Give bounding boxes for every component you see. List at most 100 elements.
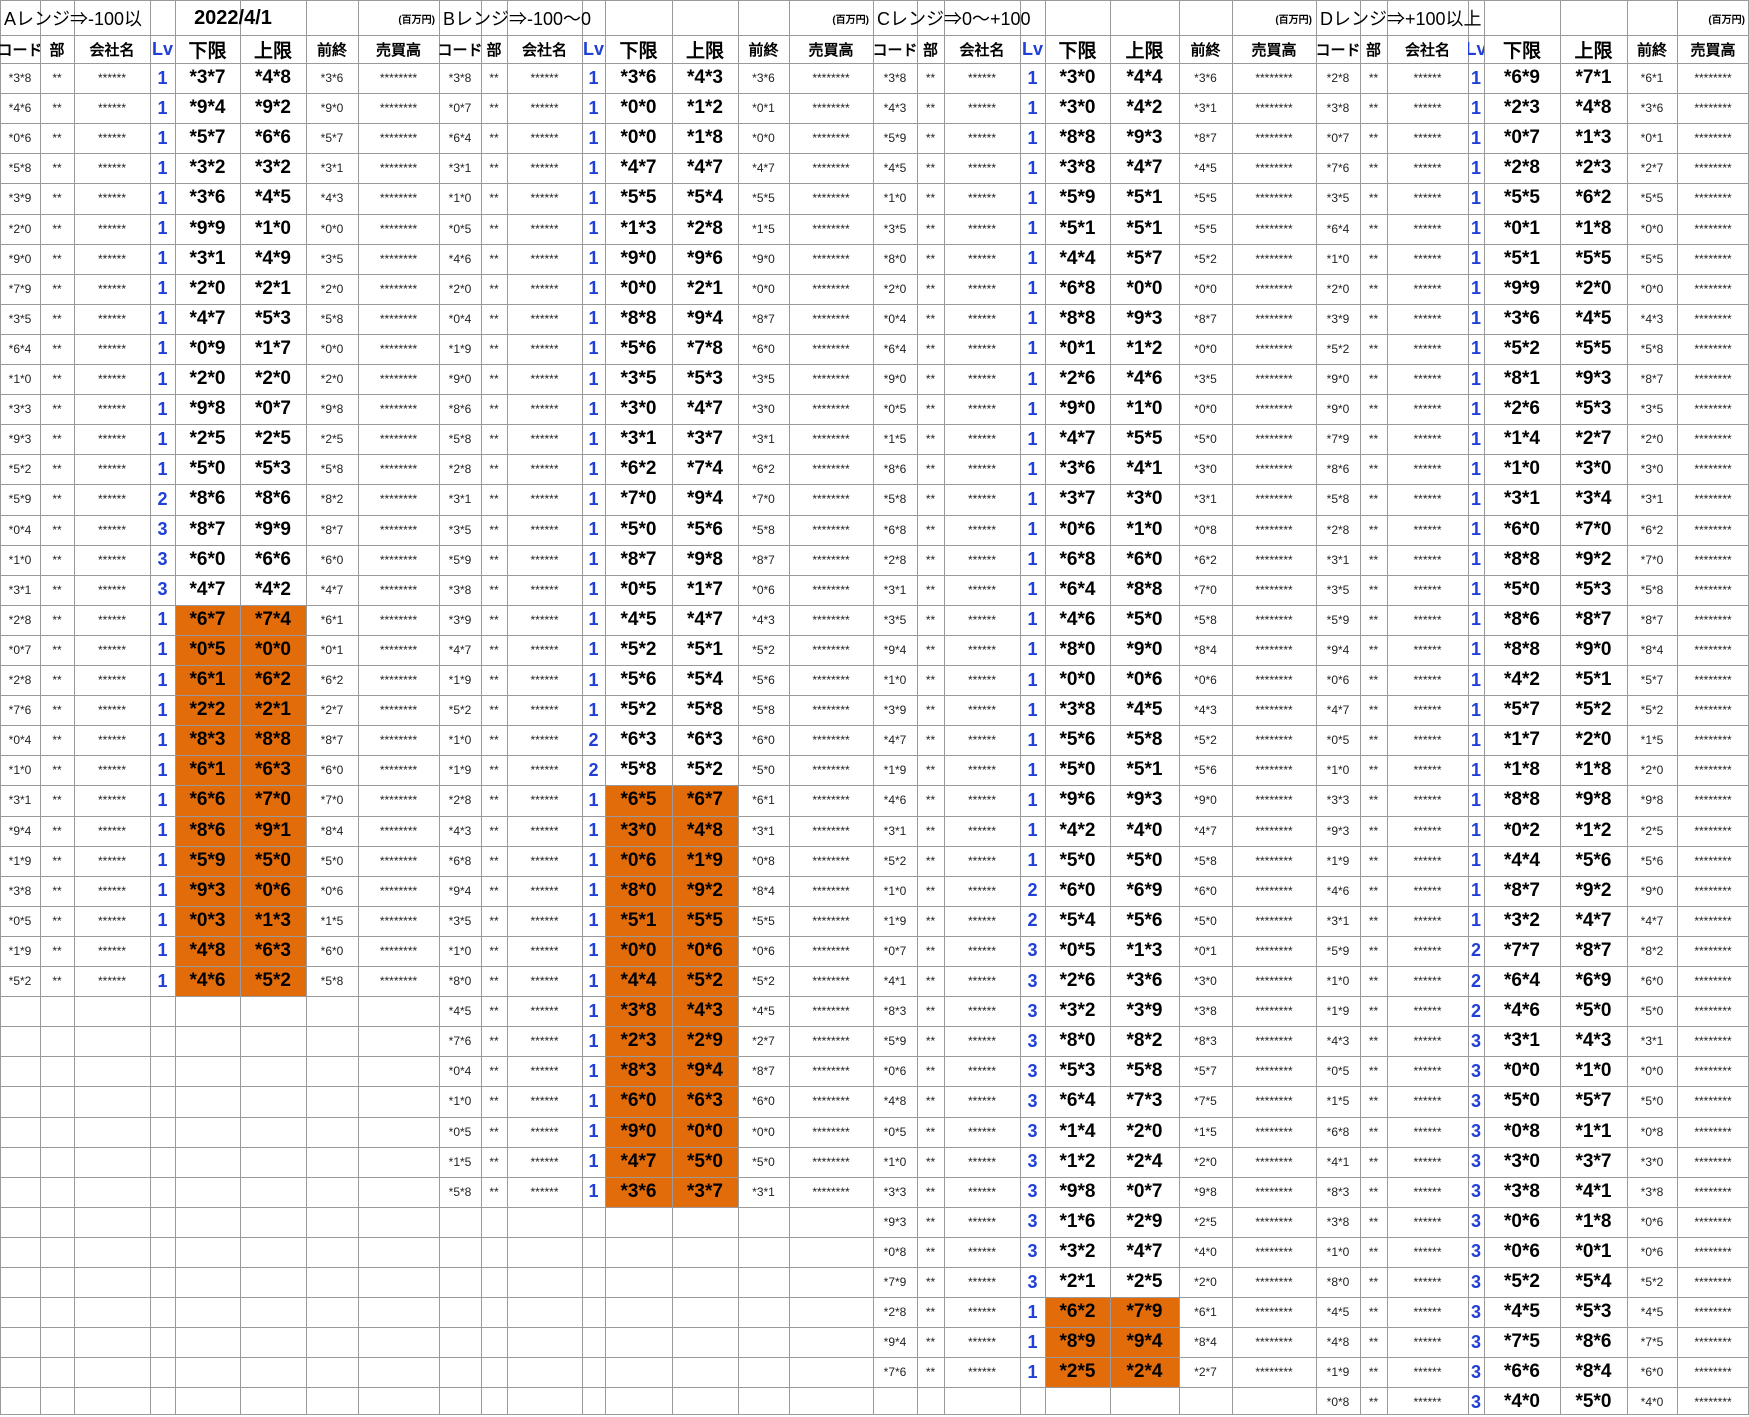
cell-volume: ******** bbox=[1694, 1305, 1732, 1320]
cell-prev-close: *2*0 bbox=[320, 372, 344, 387]
cell-code: *0*5 bbox=[1326, 733, 1350, 748]
cell-company: ****** bbox=[967, 612, 997, 627]
cell-company: ****** bbox=[1413, 582, 1442, 597]
cell-upper: *2*1 bbox=[687, 277, 723, 299]
cell-prev-close: *0*8 bbox=[1194, 522, 1217, 537]
cell-upper: *7*1 bbox=[1575, 67, 1612, 89]
cell-lower: *0*6 bbox=[1504, 1240, 1540, 1262]
cell-upper: *5*8 bbox=[687, 699, 723, 721]
cell-company: ****** bbox=[530, 673, 559, 688]
cell-lower: *8*9 bbox=[1059, 1331, 1096, 1353]
cell-volume: ******** bbox=[379, 552, 418, 567]
cell-section: ** bbox=[925, 1184, 936, 1199]
cell-lv: 1 bbox=[157, 218, 168, 239]
cell-lv: 1 bbox=[157, 428, 168, 449]
cell-lv: 1 bbox=[588, 699, 599, 720]
column-header-lv: Lv bbox=[582, 39, 604, 59]
cell-lv: 1 bbox=[1027, 1361, 1038, 1382]
cell-company: ****** bbox=[530, 1034, 559, 1049]
cell-company: ****** bbox=[967, 1275, 997, 1290]
cell-lv: 1 bbox=[1027, 1331, 1038, 1352]
cell-prev-close: *6*2 bbox=[1640, 522, 1664, 537]
cell-lower: *7*7 bbox=[1504, 939, 1540, 961]
cell-volume: ******** bbox=[812, 1064, 850, 1079]
cell-upper: *5*1 bbox=[1575, 669, 1612, 691]
cell-section: ** bbox=[1368, 221, 1379, 236]
cell-company: ****** bbox=[1413, 402, 1442, 417]
report-date: 2022/4/1 bbox=[194, 6, 272, 29]
cell-upper: *5*7 bbox=[1575, 1090, 1612, 1112]
cell-volume: ******** bbox=[1255, 251, 1293, 266]
cell-upper: *0*0 bbox=[687, 1120, 723, 1142]
cell-section: ** bbox=[52, 101, 62, 116]
cell-section: ** bbox=[489, 101, 499, 116]
cell-prev-close: *5*5 bbox=[1194, 191, 1217, 206]
cell-company: ****** bbox=[1413, 1214, 1442, 1229]
cell-volume: ******** bbox=[1255, 1365, 1293, 1380]
cell-upper: *2*0 bbox=[1126, 1120, 1163, 1142]
column-header-prev-close: 前終 bbox=[748, 42, 779, 59]
cell-company: ****** bbox=[967, 522, 997, 537]
cell-volume: ******** bbox=[812, 943, 850, 958]
cell-code: *4*3 bbox=[883, 101, 907, 116]
cell-lv: 1 bbox=[157, 669, 168, 690]
cell-upper: *3*9 bbox=[1126, 1000, 1163, 1022]
cell-section: ** bbox=[925, 943, 936, 958]
cell-lower: *7*5 bbox=[1504, 1331, 1540, 1353]
cell-lv: 1 bbox=[157, 699, 168, 720]
cell-company: ****** bbox=[967, 1154, 997, 1169]
cell-lower: *5*0 bbox=[620, 518, 657, 540]
cell-code: *3*1 bbox=[8, 793, 32, 808]
cell-lv: 1 bbox=[588, 127, 599, 148]
cell-upper: *6*7 bbox=[687, 789, 723, 811]
cell-section: ** bbox=[1368, 642, 1379, 657]
unit-label: (百万円) bbox=[1708, 14, 1745, 26]
cell-prev-close: *0*0 bbox=[1640, 281, 1664, 296]
cell-lower: *6*0 bbox=[1504, 518, 1540, 540]
cell-prev-close: *8*2 bbox=[320, 492, 344, 507]
cell-code: *4*5 bbox=[1326, 1305, 1350, 1320]
cell-lower: *4*7 bbox=[620, 157, 657, 179]
cell-company: ****** bbox=[1413, 311, 1442, 326]
cell-section: ** bbox=[52, 793, 62, 808]
cell-section: ** bbox=[925, 1365, 936, 1380]
cell-lower: *0*5 bbox=[620, 578, 657, 600]
cell-company: ****** bbox=[97, 823, 127, 838]
cell-lower: *3*7 bbox=[189, 67, 226, 89]
cell-upper: *8*7 bbox=[1575, 939, 1612, 961]
cell-code: *5*2 bbox=[883, 853, 907, 868]
cell-volume: ******** bbox=[812, 612, 850, 627]
cell-code: *1*9 bbox=[1326, 1004, 1350, 1019]
cell-code: *6*4 bbox=[8, 341, 32, 356]
cell-prev-close: *6*2 bbox=[752, 462, 775, 477]
cell-volume: ******** bbox=[1694, 101, 1732, 116]
cell-section: ** bbox=[52, 131, 62, 146]
cell-upper: *1*1 bbox=[1575, 1120, 1612, 1142]
cell-lv: 1 bbox=[1470, 820, 1481, 841]
cell-lv: 1 bbox=[1027, 248, 1038, 269]
cell-company: ****** bbox=[967, 341, 997, 356]
cell-lower: *0*0 bbox=[1059, 669, 1096, 691]
cell-section: ** bbox=[489, 71, 499, 86]
cell-upper: *3*2 bbox=[255, 157, 291, 179]
cell-prev-close: *0*1 bbox=[1194, 943, 1217, 958]
cell-prev-close: *9*0 bbox=[320, 101, 344, 116]
cell-lower: *3*0 bbox=[620, 819, 657, 841]
cell-volume: ******** bbox=[1255, 161, 1293, 176]
cell-upper: *0*6 bbox=[255, 879, 291, 901]
cell-prev-close: *7*0 bbox=[752, 492, 775, 507]
cell-code: *0*4 bbox=[8, 522, 32, 537]
cell-lv: 1 bbox=[1470, 850, 1481, 871]
cell-company: ****** bbox=[530, 552, 559, 567]
cell-section: ** bbox=[489, 432, 499, 447]
cell-prev-close: *6*1 bbox=[1194, 1305, 1217, 1320]
cell-code: *1*9 bbox=[883, 913, 907, 928]
cell-company: ****** bbox=[530, 1004, 559, 1019]
cell-code: *0*8 bbox=[1326, 1395, 1350, 1410]
cell-prev-close: *2*7 bbox=[1640, 161, 1664, 176]
cell-lower: *8*8 bbox=[1504, 548, 1540, 570]
cell-company: ****** bbox=[97, 883, 127, 898]
cell-section: ** bbox=[52, 552, 62, 567]
cell-company: ****** bbox=[1413, 1034, 1442, 1049]
cell-section: ** bbox=[489, 974, 499, 989]
